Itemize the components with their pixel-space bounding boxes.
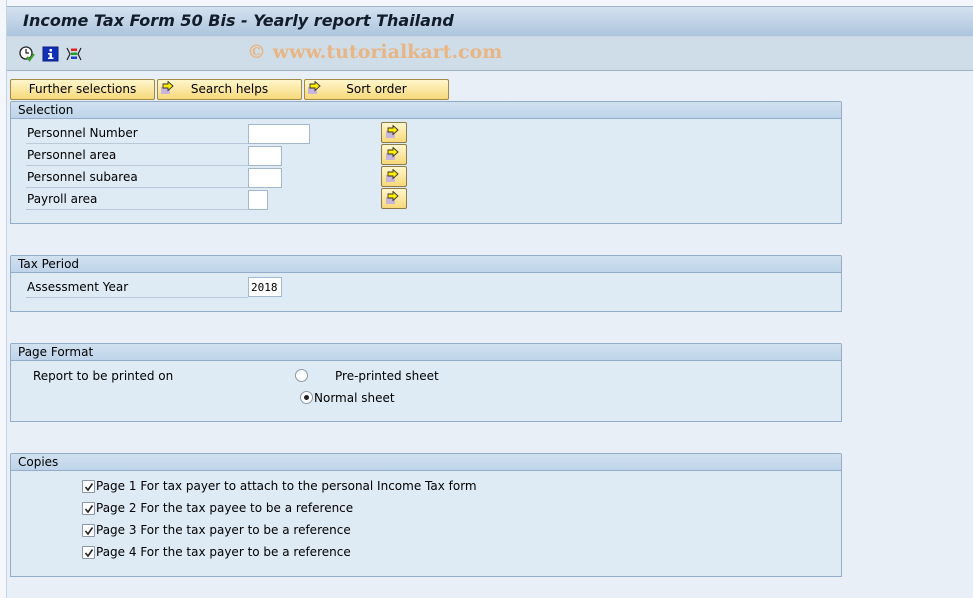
pre-printed-sheet-radio[interactable] (295, 369, 308, 382)
page-4-label: Page 4 For the tax payer to be a referen… (96, 545, 351, 559)
title-bar: Income Tax Form 50 Bis - Yearly report T… (7, 6, 973, 37)
arrow-icon (386, 147, 399, 160)
arrow-icon (161, 80, 177, 101)
page-format-section: Page Format Report to be printed on Pre-… (10, 343, 842, 422)
tax-period-header: Tax Period (11, 256, 841, 273)
personnel-subarea-input[interactable] (248, 168, 282, 188)
arrow-icon (386, 191, 399, 204)
execute-icon[interactable] (18, 45, 36, 63)
sort-order-label: Sort order (346, 82, 407, 96)
arrow-icon (386, 125, 399, 138)
checkmark-icon (84, 549, 94, 558)
pre-printed-sheet-label: Pre-printed sheet (335, 369, 439, 383)
checkmark-icon (84, 505, 94, 514)
sort-order-button[interactable]: Sort order (304, 79, 449, 100)
page-2-label: Page 2 For the tax payee to be a referen… (96, 501, 354, 515)
search-helps-button[interactable]: Search helps (157, 79, 302, 100)
page-3-checkbox[interactable] (82, 524, 95, 537)
checkmark-icon (84, 483, 94, 492)
application-toolbar: © www.tutorialkart.com (7, 37, 973, 71)
checkmark-icon (84, 527, 94, 536)
watermark: © www.tutorialkart.com (247, 41, 503, 63)
page-2-checkbox[interactable] (82, 502, 95, 515)
assessment-year-input[interactable] (248, 277, 282, 297)
page-title: Income Tax Form 50 Bis - Yearly report T… (23, 11, 454, 30)
payroll-area-multiple-selection-button[interactable] (381, 188, 407, 209)
arrow-icon (308, 80, 324, 101)
page-3-label: Page 3 For the tax payer to be a referen… (96, 523, 351, 537)
further-selections-label: Further selections (28, 82, 137, 96)
personnel-subarea-multiple-selection-button[interactable] (381, 166, 407, 187)
normal-sheet-label: Normal sheet (314, 391, 395, 405)
info-icon[interactable] (42, 45, 60, 63)
personnel-area-input[interactable] (248, 146, 282, 166)
personnel-number-input[interactable] (248, 124, 310, 144)
personnel-number-multiple-selection-button[interactable] (381, 122, 407, 143)
page-1-checkbox[interactable] (82, 480, 95, 493)
copies-header: Copies (11, 454, 841, 471)
further-selections-button[interactable]: Further selections (10, 79, 155, 100)
personnel-number-label: Personnel Number (26, 124, 248, 144)
tax-period-section: Tax Period Assessment Year (10, 255, 842, 312)
search-helps-label: Search helps (190, 82, 269, 96)
page-format-header: Page Format (11, 344, 841, 361)
page-1-label: Page 1 For tax payer to attach to the pe… (96, 479, 477, 493)
selection-section: Selection Personnel Number Personnel are… (10, 101, 842, 224)
personnel-subarea-label: Personnel subarea (26, 168, 248, 188)
assessment-year-label: Assessment Year (26, 278, 248, 298)
payroll-area-input[interactable] (248, 190, 268, 210)
report-printed-on-label: Report to be printed on (33, 369, 174, 383)
arrow-icon (386, 169, 399, 182)
copies-section: Copies Page 1 For tax payer to attach to… (10, 453, 842, 577)
payroll-area-label: Payroll area (26, 190, 248, 210)
selection-header: Selection (11, 102, 841, 119)
normal-sheet-radio[interactable] (300, 391, 313, 404)
personnel-area-label: Personnel area (26, 146, 248, 166)
selection-options-icon[interactable] (65, 45, 83, 63)
left-border (0, 0, 7, 598)
personnel-area-multiple-selection-button[interactable] (381, 144, 407, 165)
page-4-checkbox[interactable] (82, 546, 95, 559)
